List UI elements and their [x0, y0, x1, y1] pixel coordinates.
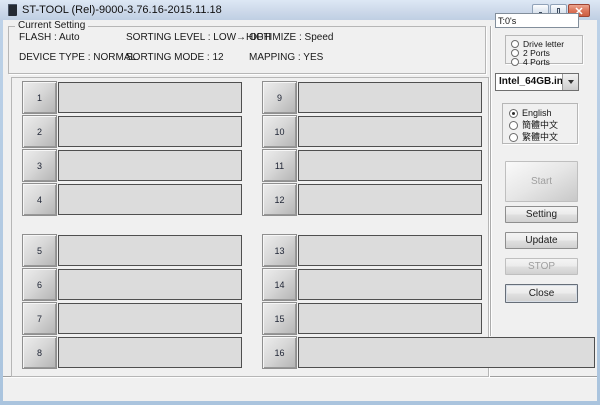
- setting-mapping: MAPPING : YES: [249, 52, 323, 64]
- dropdown-button[interactable]: [562, 74, 578, 90]
- slot-button-12[interactable]: 12: [262, 183, 297, 216]
- slot-button-8[interactable]: 8: [22, 336, 57, 369]
- setting-device-type: DEVICE TYPE : NORMAL: [19, 52, 136, 64]
- slot-button-11[interactable]: 11: [262, 149, 297, 182]
- setting-sorting-mode: SORTING MODE : 12: [126, 52, 224, 64]
- stop-button[interactable]: STOP: [505, 258, 578, 275]
- slot-progress-bar-11: [298, 150, 482, 181]
- update-button[interactable]: Update: [505, 232, 578, 249]
- target-field[interactable]: T:0's: [495, 13, 579, 28]
- slot-row-15: 15: [262, 302, 600, 335]
- close-button[interactable]: Close: [505, 284, 578, 303]
- language-group: English 簡體中文 繁體中文: [502, 103, 578, 144]
- slot-button-16[interactable]: 16: [262, 336, 297, 369]
- setting-button[interactable]: Setting: [505, 206, 578, 223]
- slot-progress-bar-9: [298, 82, 482, 113]
- slot-progress-bar-16: [298, 337, 595, 368]
- radio-icon: [509, 133, 518, 142]
- app-icon: [8, 4, 17, 16]
- slot-button-5[interactable]: 5: [22, 234, 57, 267]
- window-title: ST-TOOL (Rel)-9000-3.76.16-2015.11.18: [22, 0, 222, 20]
- slot-progress-bar-10: [298, 116, 482, 147]
- slot-progress-bar-15: [298, 303, 482, 334]
- ini-file-value: Intel_64GB.ini: [499, 76, 566, 87]
- slot-button-9[interactable]: 9: [262, 81, 297, 114]
- radio-icon: [511, 58, 519, 66]
- setting-flash: FLASH : Auto: [19, 32, 80, 44]
- slot-button-1[interactable]: 1: [22, 81, 57, 114]
- slot-progress-bar-3: [58, 150, 242, 181]
- app-window: ST-TOOL (Rel)-9000-3.76.16-2015.11.18 Cu…: [0, 0, 600, 405]
- slot-progress-bar-13: [298, 235, 482, 266]
- slot-button-15[interactable]: 15: [262, 302, 297, 335]
- slot-button-2[interactable]: 2: [22, 115, 57, 148]
- slot-progress-bar-2: [58, 116, 242, 147]
- slot-button-6[interactable]: 6: [22, 268, 57, 301]
- slot-progress-bar-7: [58, 303, 242, 334]
- slot-button-13[interactable]: 13: [262, 234, 297, 267]
- radio-lang-simplified[interactable]: 簡體中文: [509, 120, 558, 130]
- slot-button-4[interactable]: 4: [22, 183, 57, 216]
- radio-4-ports[interactable]: 4 Ports: [511, 57, 550, 67]
- slot-button-10[interactable]: 10: [262, 115, 297, 148]
- radio-icon: [511, 40, 519, 48]
- chevron-down-icon: [568, 80, 574, 84]
- slot-button-7[interactable]: 7: [22, 302, 57, 335]
- slot-progress-bar-8: [58, 337, 242, 368]
- setting-optimize: OPTIMIZE : Speed: [249, 32, 333, 44]
- current-setting-group: Current Setting FLASH : Auto DEVICE TYPE…: [8, 26, 486, 74]
- slot-progress-bar-1: [58, 82, 242, 113]
- radio-lang-english[interactable]: English: [509, 108, 552, 118]
- start-button[interactable]: Start: [505, 161, 578, 202]
- slot-progress-bar-5: [58, 235, 242, 266]
- slot-progress-bar-4: [58, 184, 242, 215]
- slot-progress-bar-12: [298, 184, 482, 215]
- slot-row-16: 16: [262, 336, 600, 369]
- radio-lang-traditional[interactable]: 繁體中文: [509, 132, 558, 142]
- slot-progress-bar-14: [298, 269, 482, 300]
- radio-icon: [509, 121, 518, 130]
- slot-progress-bar-6: [58, 269, 242, 300]
- radio-icon: [511, 49, 519, 57]
- ini-file-select[interactable]: Intel_64GB.ini: [495, 73, 579, 91]
- port-mode-group: Drive letter 2 Ports 4 Ports: [505, 35, 583, 64]
- slot-button-3[interactable]: 3: [22, 149, 57, 182]
- radio-selected-icon: [509, 109, 518, 118]
- current-setting-label: Current Setting: [15, 20, 88, 32]
- slot-button-14[interactable]: 14: [262, 268, 297, 301]
